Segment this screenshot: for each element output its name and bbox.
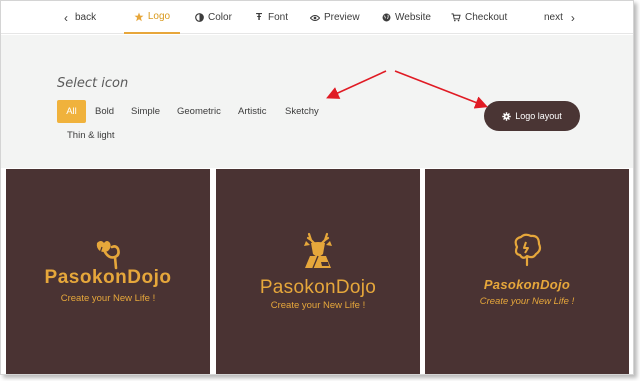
- filter-all[interactable]: All: [57, 100, 86, 123]
- filter-artistic[interactable]: Artistic: [232, 100, 273, 123]
- tab-color-label: Color: [208, 12, 232, 23]
- section-title: Select icon: [57, 76, 129, 91]
- select-icon-panel: Select icon All Bold Simple Geometric Ar…: [1, 35, 633, 168]
- brand-name: PasokonDojo: [259, 277, 377, 298]
- app-window: ‹ back Logo Color Ŧ Font Preview Website…: [0, 0, 634, 375]
- filter-bold[interactable]: Bold: [89, 100, 120, 123]
- eye-icon: [310, 13, 320, 23]
- cart-icon: [451, 13, 461, 23]
- filter-geometric[interactable]: Geometric: [171, 100, 227, 123]
- chevron-right-icon: ›: [570, 10, 575, 25]
- deer-icon: [301, 232, 335, 275]
- chevron-left-icon: ‹: [64, 10, 68, 25]
- font-icon: Ŧ: [255, 12, 263, 23]
- brand-tagline: Create your New Life !: [270, 300, 366, 311]
- tab-logo-label: Logo: [147, 11, 171, 22]
- logo-layout-button[interactable]: Logo layout: [484, 101, 580, 131]
- back-label: back: [75, 12, 97, 23]
- tab-checkout-label: Checkout: [465, 12, 508, 23]
- brand-name: PasokonDojo: [44, 267, 172, 288]
- tab-preview-label: Preview: [324, 12, 360, 23]
- tab-color[interactable]: Color: [194, 1, 232, 34]
- tab-preview[interactable]: Preview: [310, 1, 360, 34]
- half-circle-icon: [194, 13, 204, 23]
- gear-icon: [502, 111, 511, 121]
- tab-logo[interactable]: Logo: [124, 1, 180, 34]
- tab-font[interactable]: Ŧ Font: [254, 1, 288, 34]
- brand-tagline: Create your New Life !: [479, 296, 575, 307]
- filter-thin-light[interactable]: Thin & light: [61, 124, 121, 147]
- filter-simple[interactable]: Simple: [125, 100, 166, 123]
- logo-layout-label: Logo layout: [515, 111, 562, 121]
- brand-name: PasokonDojo: [483, 277, 571, 292]
- tab-website[interactable]: Website: [381, 1, 431, 34]
- filter-sketchy[interactable]: Sketchy: [279, 100, 325, 123]
- next-label: next: [544, 12, 563, 23]
- tab-font-label: Font: [268, 12, 289, 23]
- brain-icon: [511, 233, 543, 272]
- star-icon: [134, 12, 144, 22]
- top-nav: ‹ back Logo Color Ŧ Font Preview Website…: [1, 1, 633, 34]
- logo-card-2[interactable]: PasokonDojo Create your New Life !: [216, 169, 420, 374]
- logo-card-1[interactable]: PasokonDojo Create your New Life !: [6, 169, 210, 374]
- brand-tagline: Create your New Life !: [60, 293, 156, 304]
- back-button[interactable]: ‹ back: [64, 1, 96, 34]
- next-button[interactable]: next ›: [544, 1, 575, 34]
- logo-card-3[interactable]: PasokonDojo Create your New Life !: [425, 169, 629, 374]
- tab-checkout[interactable]: Checkout: [451, 1, 507, 34]
- tab-website-label: Website: [395, 12, 431, 23]
- globe-icon: [381, 13, 391, 23]
